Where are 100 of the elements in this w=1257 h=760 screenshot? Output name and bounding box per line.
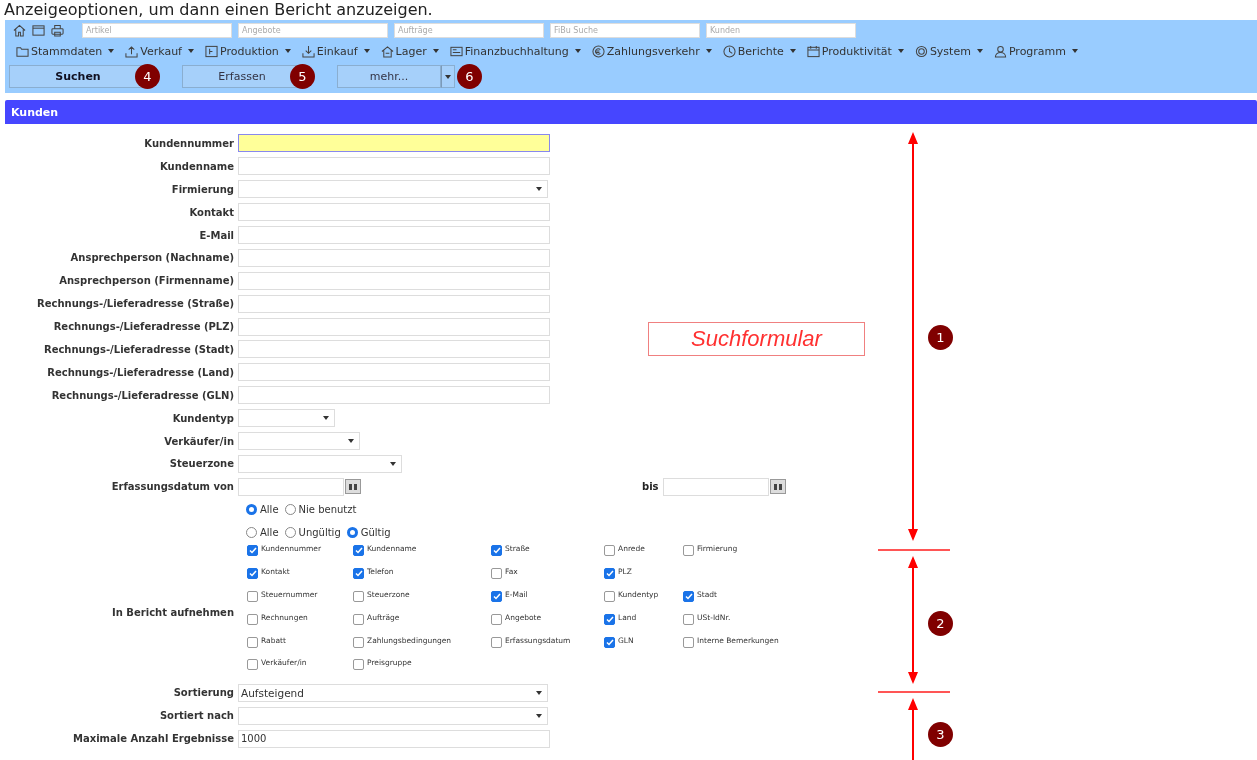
download-icon xyxy=(301,44,315,58)
checkbox[interactable] xyxy=(353,613,364,625)
field-label: Maximale Anzahl Ergebnisse xyxy=(72,733,235,745)
caret-icon xyxy=(432,49,439,53)
menu-item[interactable]: Finanzbuchhaltung xyxy=(449,44,581,58)
field-label: Kundennummer xyxy=(143,137,235,149)
checkbox[interactable] xyxy=(247,613,258,625)
field-label: Verkäufer/in xyxy=(163,435,235,447)
radio-button[interactable] xyxy=(346,527,358,539)
callout-badge: 3 xyxy=(928,722,953,747)
search-field[interactable]: Artikel xyxy=(82,22,232,38)
search-field[interactable]: Aufträge xyxy=(394,22,544,38)
field-label: Ansprechperson (Firmenname) xyxy=(58,275,235,287)
caret-icon xyxy=(705,49,712,53)
clock-icon xyxy=(722,44,736,58)
checkbox[interactable] xyxy=(247,545,258,557)
checkbox[interactable] xyxy=(247,567,258,579)
date-field[interactable] xyxy=(238,477,344,496)
radio-button[interactable] xyxy=(284,504,296,516)
radio-label: Alle xyxy=(260,527,279,539)
field-label: Ansprechperson (Nachname) xyxy=(69,252,235,264)
radio-button[interactable] xyxy=(284,527,296,539)
menu-item[interactable]: Lager xyxy=(380,44,439,58)
menu-item[interactable]: Programm xyxy=(993,44,1079,58)
field-label: In Bericht aufnehmen xyxy=(111,607,235,619)
menu-item[interactable]: Stammdaten xyxy=(16,44,115,58)
checkbox[interactable] xyxy=(491,590,502,602)
checkbox[interactable] xyxy=(353,545,364,557)
field-label: Rechnungs-/Lieferadresse (Land) xyxy=(46,366,235,378)
checkbox[interactable] xyxy=(353,636,364,648)
checkbox[interactable] xyxy=(683,590,694,602)
printer-icon xyxy=(51,23,64,37)
card-icon xyxy=(449,44,463,58)
checkbox[interactable] xyxy=(683,636,694,648)
checkbox[interactable] xyxy=(604,613,615,625)
input-field[interactable]: 1000 xyxy=(238,729,550,748)
checkbox[interactable] xyxy=(491,613,502,625)
checkbox[interactable] xyxy=(247,659,258,671)
caret-icon xyxy=(536,690,542,695)
calendar-icon xyxy=(806,44,820,58)
dropdown[interactable]: Aufsteigend xyxy=(238,683,548,702)
caret-icon xyxy=(789,49,796,53)
input-field[interactable] xyxy=(238,134,550,153)
calendar-button[interactable] xyxy=(769,479,786,495)
caret-icon xyxy=(390,461,396,466)
callout-badge: 5 xyxy=(290,64,315,89)
radio-button[interactable] xyxy=(246,527,257,539)
checkbox[interactable] xyxy=(491,545,502,557)
field-label: Rechnungs-/Lieferadresse (PLZ) xyxy=(52,321,235,333)
radio-label: Ungültig xyxy=(298,527,341,539)
search-field[interactable]: FiBu Suche xyxy=(550,22,700,38)
menu-item[interactable]: System xyxy=(914,44,983,58)
menu-item[interactable]: Einkauf xyxy=(301,44,370,58)
upload-icon xyxy=(125,44,139,58)
folder-icon xyxy=(16,44,29,58)
caret-icon xyxy=(284,49,291,53)
panel-icon xyxy=(205,44,218,58)
toolbar-button[interactable]: mehr... xyxy=(337,65,441,88)
field-label: Firmierung xyxy=(170,183,235,195)
checkbox[interactable] xyxy=(604,590,615,602)
calendar-button[interactable] xyxy=(345,479,361,495)
menu-item[interactable]: Produktion xyxy=(205,44,291,58)
field-label: Rechnungs-/Lieferadresse (Straße) xyxy=(36,298,235,310)
panel-title: Kunden xyxy=(5,100,1257,124)
checkbox[interactable] xyxy=(683,545,694,557)
caret-icon xyxy=(188,49,194,53)
caret-icon xyxy=(348,439,354,443)
checkbox[interactable] xyxy=(353,659,364,671)
menu-item[interactable]: Produktivität xyxy=(806,44,904,58)
menu-item[interactable]: Berichte xyxy=(722,44,796,58)
checkbox[interactable] xyxy=(604,567,615,579)
field-label: Erfassungsdatum von xyxy=(110,481,235,493)
checkbox[interactable] xyxy=(353,590,364,602)
menu-item[interactable]: Zahlungsverkehr xyxy=(591,44,712,58)
radio-label: Alle xyxy=(260,504,279,516)
dropdown-button[interactable] xyxy=(441,65,455,88)
caret-icon xyxy=(363,49,370,53)
caret-icon xyxy=(536,187,542,192)
checkbox[interactable] xyxy=(604,636,615,648)
callout-badge: 1 xyxy=(928,325,953,350)
person-icon xyxy=(993,44,1007,58)
search-field[interactable]: Kunden xyxy=(706,22,856,38)
checkbox[interactable] xyxy=(247,636,258,648)
date-field[interactable] xyxy=(662,477,769,496)
caret-icon xyxy=(536,713,542,718)
field-label: Kundentyp xyxy=(171,412,235,424)
field-label: Kontakt xyxy=(188,206,235,218)
checkbox[interactable] xyxy=(491,636,502,648)
window-icon xyxy=(32,23,45,37)
checkbox[interactable] xyxy=(491,567,502,579)
menu-item[interactable]: Verkauf xyxy=(125,44,194,58)
radio-label: Nie benutzt xyxy=(298,504,357,516)
checkbox[interactable] xyxy=(683,613,694,625)
checkbox[interactable] xyxy=(247,590,258,602)
checkbox[interactable] xyxy=(353,567,364,579)
search-field[interactable]: Angebote xyxy=(238,22,388,38)
checkbox[interactable] xyxy=(604,545,615,557)
radio-button[interactable] xyxy=(246,504,257,516)
calendar-icon xyxy=(773,483,782,490)
field-label: Steuerzone xyxy=(168,458,235,470)
